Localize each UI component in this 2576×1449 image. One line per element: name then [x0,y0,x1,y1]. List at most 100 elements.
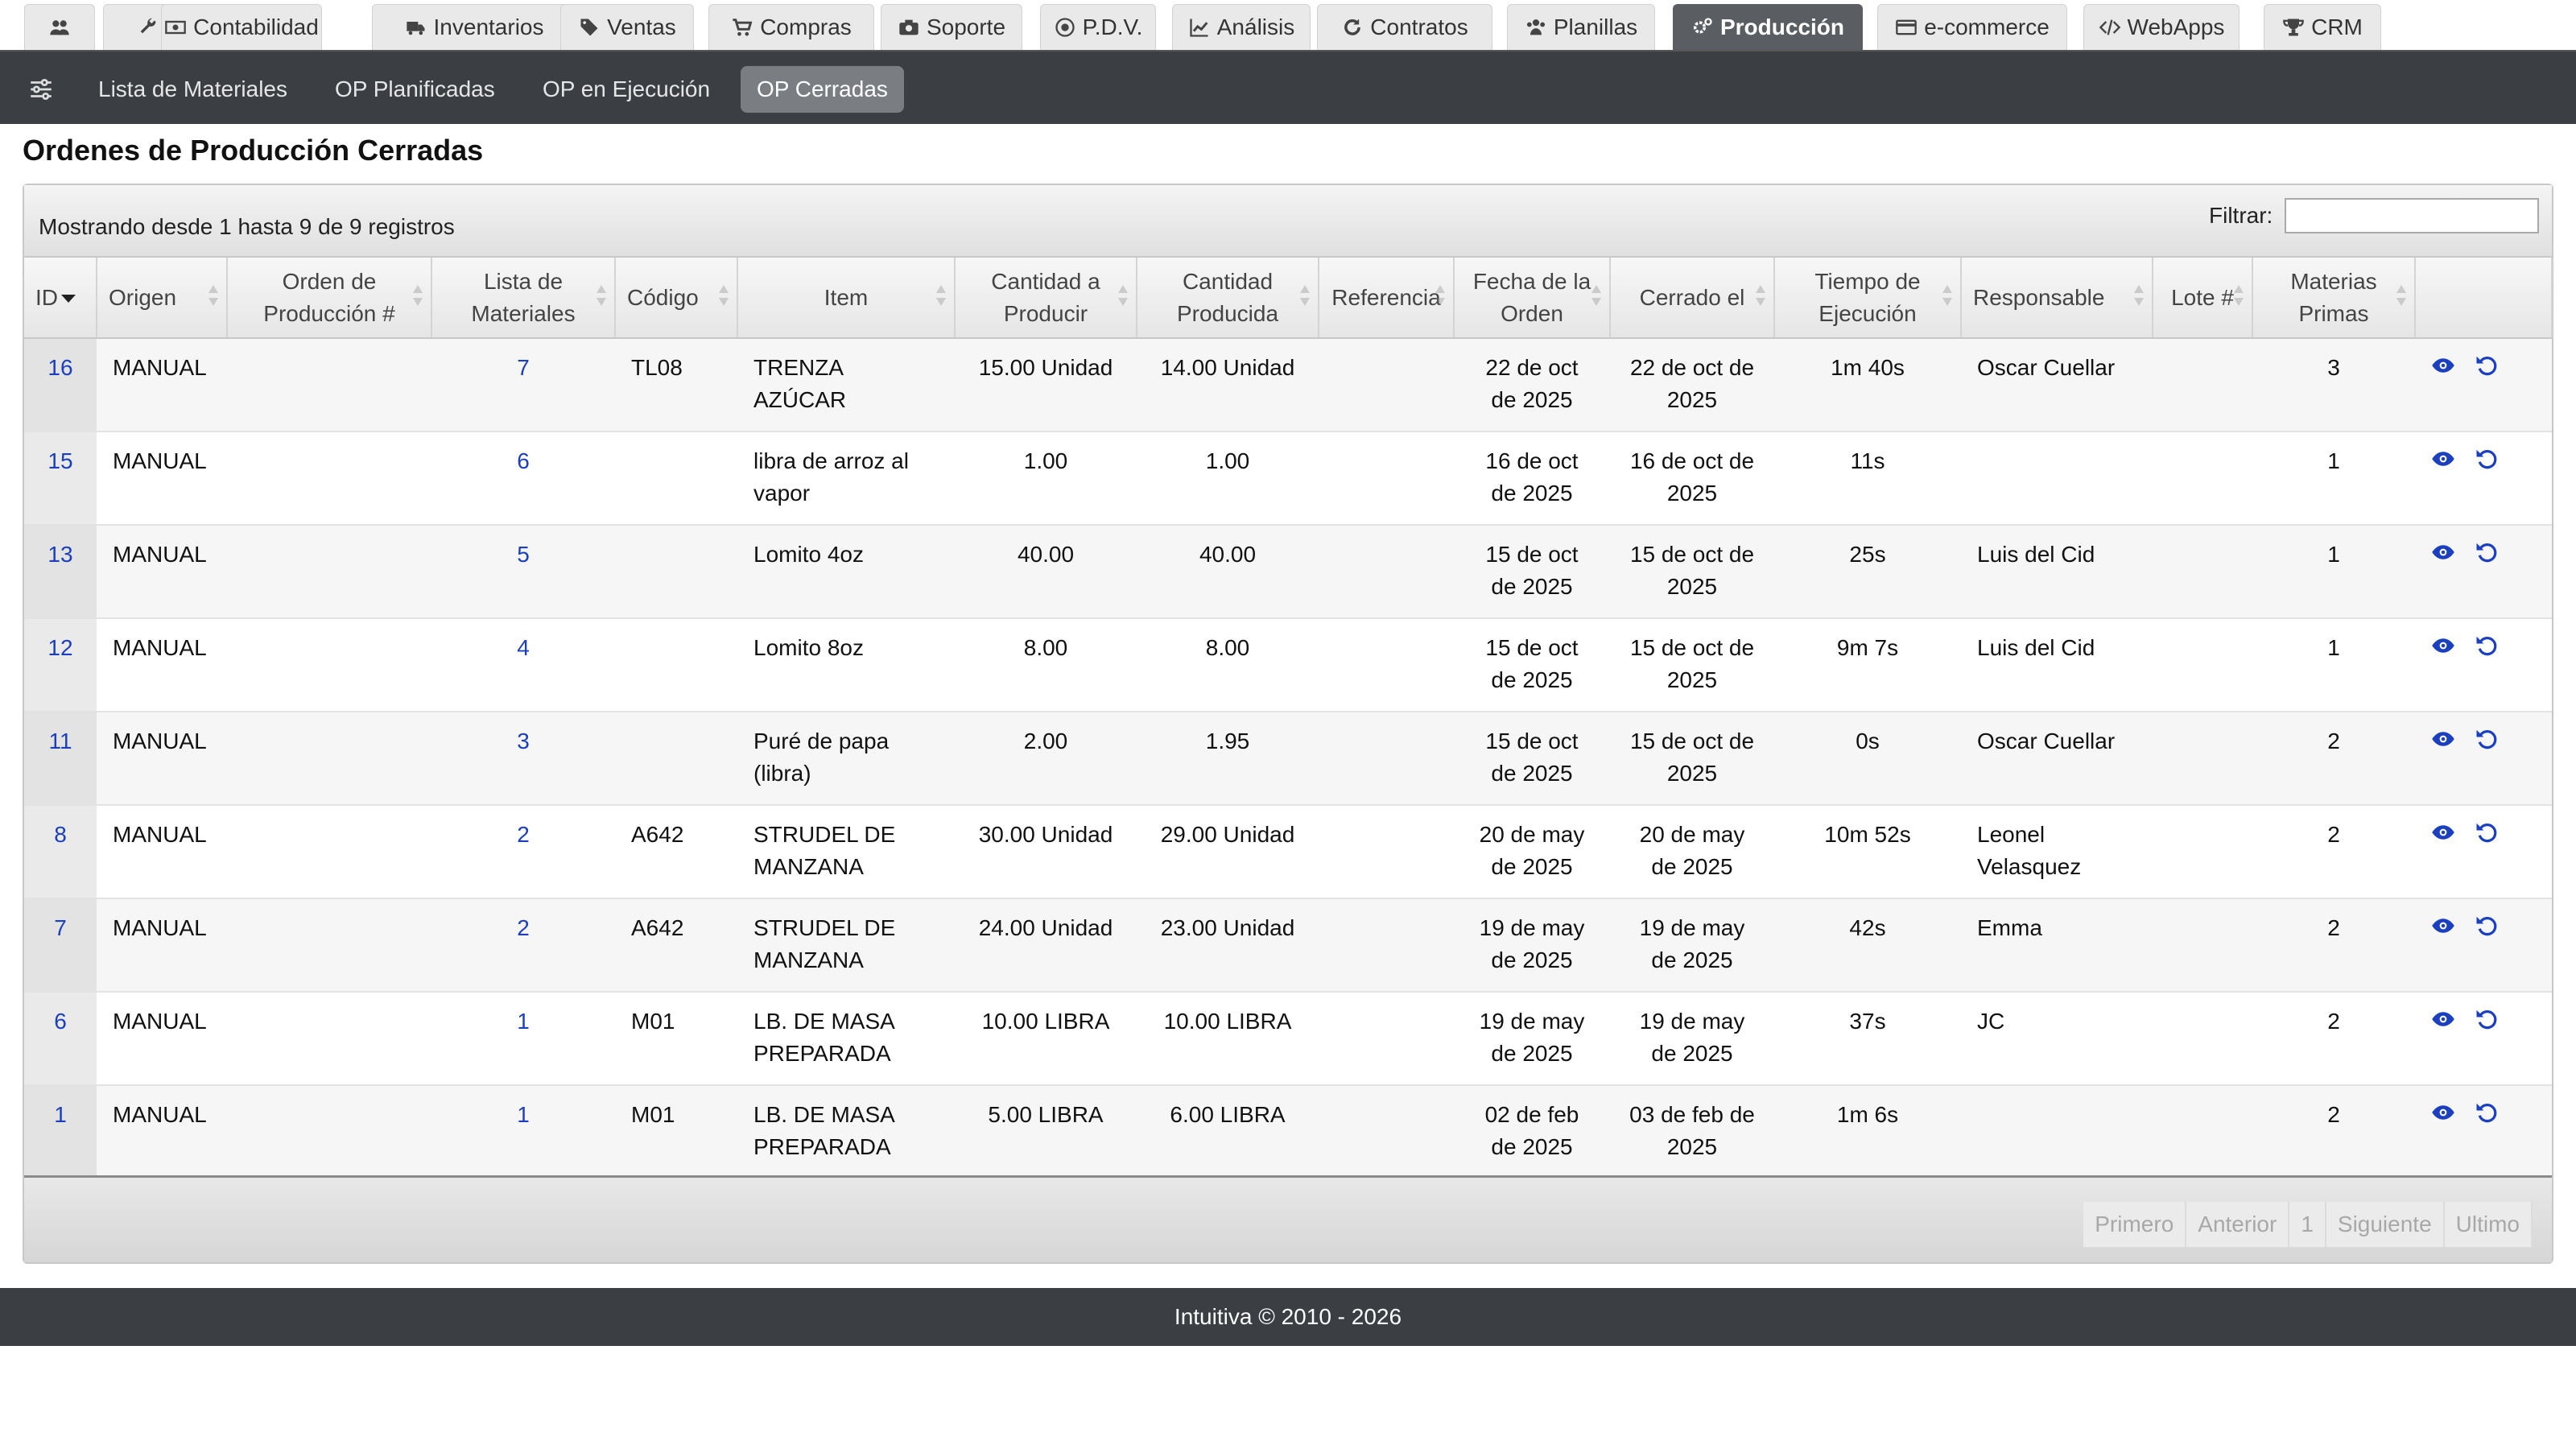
column-header-3[interactable]: Lista de Materiales [431,258,616,339]
tab-label: Planillas [1553,14,1638,39]
cell-lista[interactable]: 2 [431,805,615,899]
view-eye-icon[interactable] [2431,447,2455,471]
tab-p-d-v[interactable]: P.D.V. [1040,4,1156,50]
subnav-op-cerradas[interactable]: OP Cerradas [741,66,904,113]
cell-item: TRENZA AZÚCAR [737,338,955,432]
tab-ventas[interactable]: Ventas [560,4,694,50]
undo-icon[interactable] [2475,353,2499,378]
table-row: 11 MANUAL 3 Puré de papa (libra) 2.00 1.95 15 … [24,712,2552,806]
tab-soporte[interactable]: Soporte [881,4,1022,50]
cell-ref [1319,618,1454,712]
tab-contratos[interactable]: Contratos [1317,4,1492,50]
cell-resp: Luis del Cid [1961,618,2153,712]
sort-icon [1435,285,1445,308]
cell-fecha: 20 de may de 2025 [1454,805,1610,899]
column-header-12[interactable]: Responsable [1961,258,2153,339]
cell-id[interactable]: 16 [24,338,97,432]
cell-id[interactable]: 1 [24,1085,97,1179]
tab-contabilidad[interactable]: Contabilidad [161,4,322,50]
sliders-icon[interactable] [27,76,55,103]
cell-item: Lomito 8oz [737,618,955,712]
column-header-5[interactable]: Item [737,258,956,339]
column-header-7[interactable]: Cantidad Producida [1137,258,1319,339]
cell-lista[interactable]: 5 [431,525,615,619]
undo-icon[interactable] [2475,447,2499,471]
refresh-icon [1344,19,1361,35]
view-eye-icon[interactable] [2431,1100,2455,1125]
column-header-0[interactable]: ID [24,258,97,339]
cell-lista[interactable]: 1 [431,1085,615,1179]
cell-id[interactable]: 13 [24,525,97,619]
undo-icon[interactable] [2475,1100,2499,1125]
tab-planillas[interactable]: Planillas [1507,4,1655,50]
view-eye-icon[interactable] [2431,540,2455,564]
cell-lista[interactable]: 1 [431,992,615,1086]
subnav-lista-materiales[interactable]: Lista de Materiales [82,66,303,113]
column-header-14[interactable]: Materias Primas [2252,258,2416,339]
cell-id[interactable]: 8 [24,805,97,899]
view-eye-icon[interactable] [2431,634,2455,658]
pager-next[interactable]: Siguiente [2326,1202,2445,1247]
cell-id[interactable]: 6 [24,992,97,1086]
cell-id[interactable]: 11 [24,712,97,806]
filter-input[interactable] [2285,198,2539,233]
tab-users[interactable] [24,4,95,50]
cell-lista[interactable]: 6 [431,431,615,526]
tab-inventarios[interactable]: Inventarios [372,4,576,50]
undo-icon[interactable] [2475,634,2499,658]
cell-id[interactable]: 15 [24,431,97,526]
pager-previous[interactable]: Anterior [2186,1202,2290,1247]
column-header-11[interactable]: Tiempo de Ejecución [1774,258,1962,339]
pager-first[interactable]: Primero [2083,1202,2187,1247]
tab-análisis[interactable]: Análisis [1172,4,1311,50]
pager-page-1[interactable]: 1 [2289,1202,2326,1247]
cell-actions [2415,618,2552,712]
column-header-4[interactable]: Código [615,258,738,339]
tags-icon [580,19,598,36]
column-header-13[interactable]: Lote # [2153,258,2253,339]
view-eye-icon[interactable] [2431,353,2455,378]
undo-icon[interactable] [2475,1007,2499,1031]
column-header-9[interactable]: Fecha de la Orden [1454,258,1611,339]
cell-id[interactable]: 7 [24,898,97,993]
cell-cant-hecha: 29.00 Unidad [1137,805,1319,899]
undo-icon[interactable] [2475,727,2499,751]
tab-producción[interactable]: Producción [1673,4,1863,50]
group-icon [1526,19,1545,35]
cell-fecha: 19 de may de 2025 [1454,898,1610,993]
cell-lista[interactable]: 7 [431,338,615,432]
tab-compras[interactable]: Compras [708,4,874,50]
undo-icon[interactable] [2475,914,2499,938]
pager-last[interactable]: Ultimo [2444,1202,2533,1247]
camera-icon [899,19,919,35]
cell-id[interactable]: 12 [24,618,97,712]
undo-icon[interactable] [2475,540,2499,564]
cell-actions [2415,712,2552,806]
column-header-label: Lote # [2171,284,2234,310]
subnav-op-planificadas[interactable]: OP Planificadas [319,66,511,113]
cell-fecha: 19 de may de 2025 [1454,992,1610,1086]
cell-item: Puré de papa (libra) [737,712,955,806]
column-header-6[interactable]: Cantidad a Producir [955,258,1137,339]
cell-cant-prod: 10.00 LIBRA [955,992,1137,1086]
undo-icon[interactable] [2475,820,2499,844]
cell-lista[interactable]: 2 [431,898,615,993]
cell-materias: 2 [2252,712,2415,806]
view-eye-icon[interactable] [2431,914,2455,938]
tab-crm[interactable]: CRM [2264,4,2381,50]
tab-label: CRM [2311,14,2363,39]
column-header-2[interactable]: Orden de Producción # [227,258,432,339]
column-header-8[interactable]: Referencia [1319,258,1455,339]
cell-lote [2153,618,2252,712]
cell-lista[interactable]: 3 [431,712,615,806]
view-eye-icon[interactable] [2431,1007,2455,1031]
view-eye-icon[interactable] [2431,727,2455,751]
view-eye-icon[interactable] [2431,820,2455,844]
tab-webapps[interactable]: WebApps [2083,4,2240,50]
subnav-op-ejecucion[interactable]: OP en Ejecución [526,66,726,113]
cell-lista[interactable]: 4 [431,618,615,712]
column-header-1[interactable]: Origen [97,258,228,339]
tab-e-commerce[interactable]: e-commerce [1877,4,2067,50]
cell-ref [1319,338,1454,432]
column-header-10[interactable]: Cerrado el [1610,258,1775,339]
